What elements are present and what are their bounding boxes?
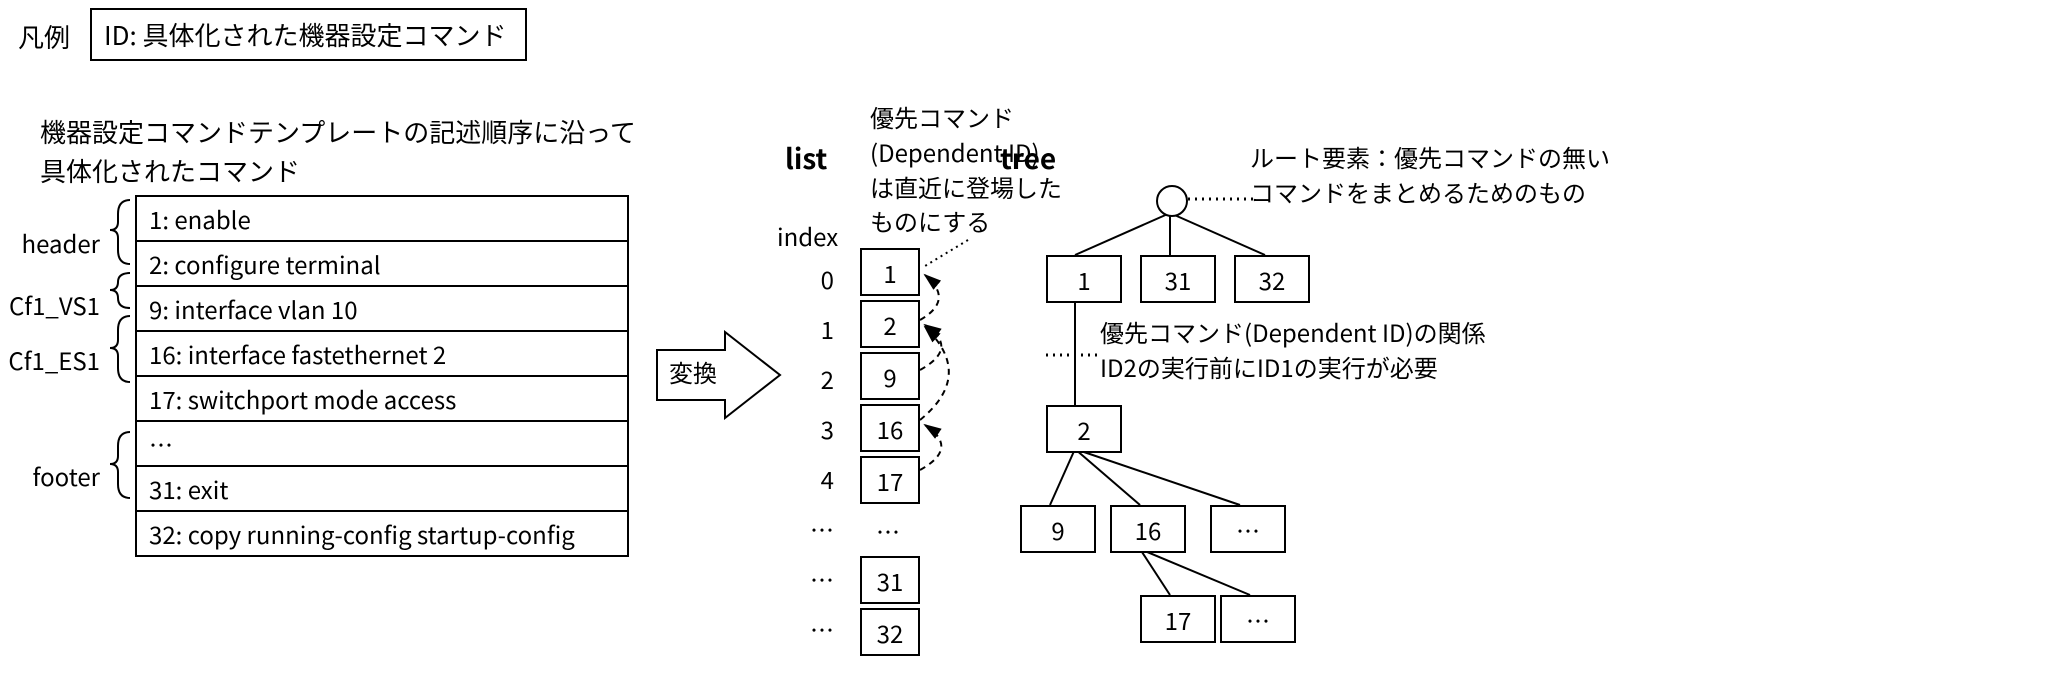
annotation-root: ルート要素：優先コマンドの無い コマンドをまとめるためのもの	[1250, 140, 1610, 210]
table-row: 32: copy running-config startup-config	[137, 512, 627, 555]
left-desc-line2: 具体化されたコマンド	[40, 151, 636, 190]
list-cell: 31	[860, 556, 920, 604]
list-cell: 17	[860, 456, 920, 504]
tree-node: 32	[1234, 255, 1310, 303]
index-value: …	[810, 604, 834, 654]
tree-node: 1	[1046, 255, 1122, 303]
index-value: 1	[810, 304, 834, 354]
command-table: 1: enable 2: configure terminal 9: inter…	[135, 195, 629, 557]
tree-node: 2	[1046, 405, 1122, 453]
index-value: …	[810, 504, 834, 554]
section-label-footer: footer	[0, 458, 100, 493]
tree-node-ellipsis: …	[1210, 505, 1286, 553]
list-cell: 2	[860, 300, 920, 348]
list-column: 1 2 9 16 17 … 31 32	[860, 248, 920, 660]
tree-node: 9	[1020, 505, 1096, 553]
index-value: 3	[810, 404, 834, 454]
tree-node: 17	[1140, 595, 1216, 643]
legend-box: ID: 具体化された機器設定コマンド	[90, 8, 527, 61]
index-value: 0	[810, 254, 834, 304]
left-description: 機器設定コマンドテンプレートの記述順序に沿って 具体化されたコマンド	[40, 112, 636, 190]
list-title: list	[785, 138, 827, 178]
section-label-cf1vs1: Cf1_VS1	[0, 287, 100, 322]
section-label-header: header	[0, 225, 100, 260]
table-row: 1: enable	[137, 197, 627, 242]
annotation-relation: 優先コマンド(Dependent ID)の関係 ID2の実行前にID1の実行が必…	[1100, 315, 1486, 385]
diagram-canvas: 凡例 ID: 具体化された機器設定コマンド 機器設定コマンドテンプレートの記述順…	[0, 0, 2062, 697]
table-row: 31: exit	[137, 467, 627, 512]
index-column: 0 1 2 3 4 … … …	[810, 254, 834, 654]
legend-label: 凡例	[18, 18, 70, 55]
list-cell-ellipsis: …	[860, 508, 916, 552]
index-value: 4	[810, 454, 834, 504]
table-row-ellipsis: …	[137, 422, 627, 467]
table-row: 2: configure terminal	[137, 242, 627, 287]
tree-title: tree	[1000, 138, 1056, 178]
tree-node: 31	[1140, 255, 1216, 303]
list-cell: 32	[860, 608, 920, 656]
section-label-cf1es1: Cf1_ES1	[0, 342, 100, 377]
table-row: 16: interface fastethernet 2	[137, 332, 627, 377]
list-cell: 1	[860, 248, 920, 296]
convert-arrow: 変換	[655, 330, 745, 427]
table-row: 17: switchport mode access	[137, 377, 627, 422]
table-row: 9: interface vlan 10	[137, 287, 627, 332]
tree-root	[1156, 185, 1188, 217]
list-cell: 16	[860, 404, 920, 452]
tree-area: 1 31 32 2 9 16 … 17 …	[1040, 185, 1480, 665]
list-cell: 9	[860, 352, 920, 400]
left-desc-line1: 機器設定コマンドテンプレートの記述順序に沿って	[40, 112, 636, 151]
index-value: …	[810, 554, 834, 604]
index-value: 2	[810, 354, 834, 404]
tree-node: 16	[1110, 505, 1186, 553]
tree-node-ellipsis: …	[1220, 595, 1296, 643]
index-label: index	[777, 218, 838, 253]
arrow-label: 変換	[669, 354, 717, 389]
